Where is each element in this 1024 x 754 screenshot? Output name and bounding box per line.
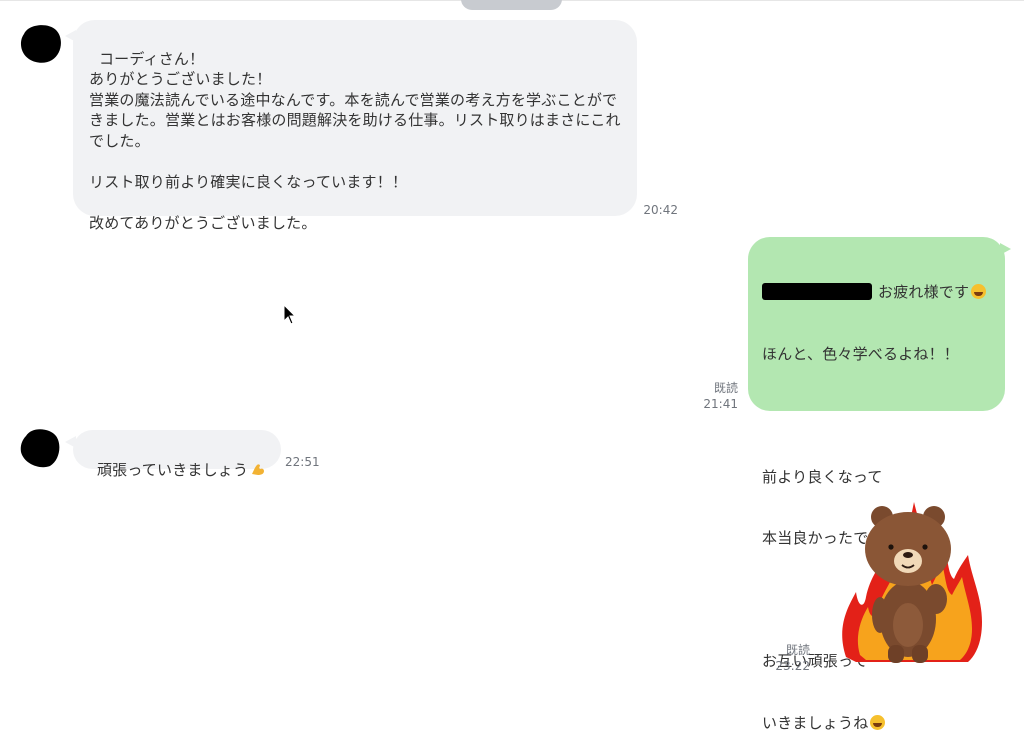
message-time: 20:42 <box>643 203 678 217</box>
grinning-face-emoji <box>971 284 987 299</box>
read-receipt: 既読 <box>713 381 738 395</box>
message-time: 21:41 <box>703 397 738 411</box>
date-separator <box>461 0 562 10</box>
message-meta: 既読 21:41 <box>700 380 738 412</box>
avatar[interactable] <box>18 424 62 468</box>
message-text: コーディさん！ ありがとうございました！ 営業の魔法読んでいる途中なんです。本を… <box>89 49 621 232</box>
message-meta: 既読 23:22 <box>772 642 810 674</box>
mouse-cursor-icon <box>283 304 297 325</box>
redacted-name <box>762 283 872 300</box>
message-time: 22:51 <box>285 455 320 469</box>
grinning-face-emoji <box>870 714 886 730</box>
message-time: 23:22 <box>775 659 810 673</box>
message-bubble[interactable]: 頑張っていきましょう <box>73 430 281 479</box>
message-bubble[interactable]: コーディさん！ ありがとうございました！ 営業の魔法読んでいる途中なんです。本を… <box>73 20 637 232</box>
brown-bear-fire-sticker[interactable] <box>836 497 986 665</box>
avatar[interactable] <box>18 20 62 64</box>
flexed-biceps-emoji <box>252 463 265 475</box>
message-bubble[interactable]: お疲れ様です ほんと、色々学べるよね！！ 前より良くなって 本当良かったです！！… <box>748 237 1005 732</box>
bubble-tail <box>1000 243 1011 255</box>
read-receipt: 既読 <box>785 643 810 657</box>
